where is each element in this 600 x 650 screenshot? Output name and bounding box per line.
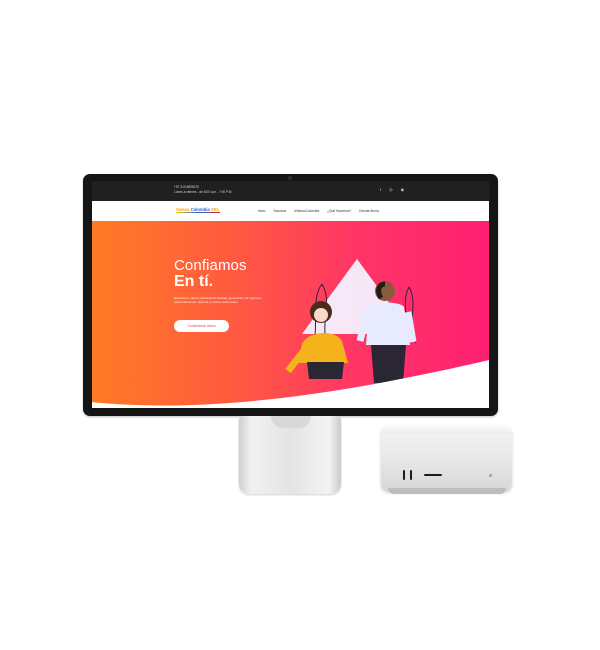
instagram-icon[interactable]: ◎ <box>389 188 393 192</box>
camera-icon <box>288 176 292 180</box>
contact-info: +57 310 8899070 Lunes a viernes - de 8:0… <box>174 185 231 195</box>
social-links: f ◎ ◉ <box>380 188 404 192</box>
logo-underline <box>176 212 220 213</box>
nav-item-vamos-colombia[interactable]: #VamosColombia <box>294 209 319 213</box>
nav-item-nosotros[interactable]: Nosotros <box>273 209 286 213</box>
social-icon[interactable]: ◉ <box>401 188 405 192</box>
nav-item-donate[interactable]: Dónate Ahora <box>359 209 379 213</box>
hero-section: Confiamos En tí. Educación, salud, plani… <box>92 221 489 408</box>
top-contact-bar: +57 310 8899070 Lunes a viernes - de 8:0… <box>92 181 489 201</box>
usb-c-port-1 <box>403 470 405 480</box>
studio-display: +57 310 8899070 Lunes a viernes - de 8:0… <box>83 174 498 416</box>
mac-studio-top <box>381 426 512 434</box>
main-nav: Inicio Nosotros #VamosColombia ¿Qué Hace… <box>258 209 379 213</box>
hours-text: Lunes a viernes - de 8:00 a.m - 7:00 P.M <box>174 190 232 194</box>
navigation-bar: Vamos Colombia SRL Inicio Nosotros #Vamo… <box>92 201 489 221</box>
facebook-icon[interactable]: f <box>380 188 381 192</box>
hero-title-line-1: Confiamos <box>174 257 247 274</box>
white-wave-divider <box>92 360 489 408</box>
contact-now-button[interactable]: Contactános ahora <box>174 320 229 332</box>
hero-title-line-2: En tí. <box>174 273 214 290</box>
nav-item-inicio[interactable]: Inicio <box>258 209 265 213</box>
mac-studio-base <box>388 488 506 494</box>
power-led-icon <box>489 474 492 477</box>
mac-studio <box>381 426 512 492</box>
usb-c-port-2 <box>410 470 412 480</box>
website-screen: +57 310 8899070 Lunes a viernes - de 8:0… <box>92 181 489 408</box>
hero-description: Educación, salud, planificación familiar… <box>174 296 262 305</box>
stand-cutout <box>271 416 311 428</box>
nav-item-que-hacemos[interactable]: ¿Qué Hacemos? <box>327 209 351 213</box>
sd-card-slot <box>424 474 442 476</box>
